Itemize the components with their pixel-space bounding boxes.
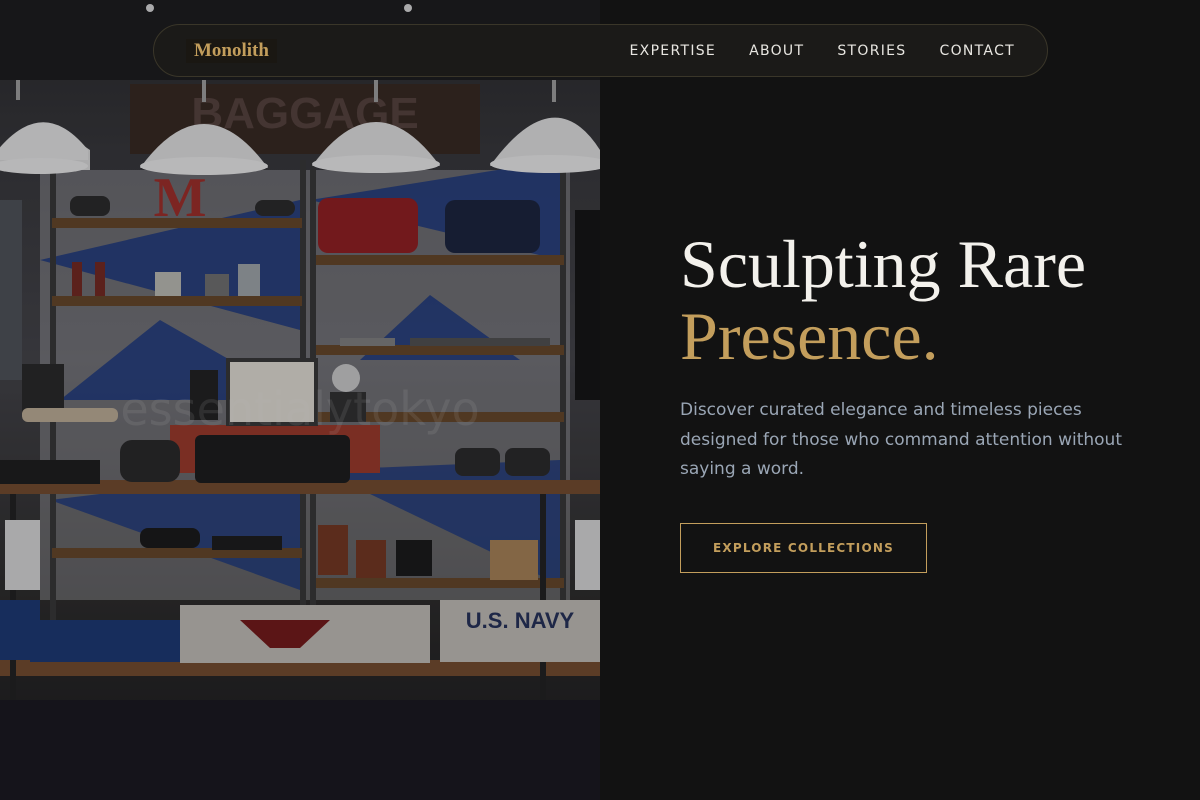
explore-collections-button[interactable]: EXPLORE COLLECTIONS xyxy=(680,523,927,573)
hero-title-line2: Presence. xyxy=(680,298,939,374)
hero-store-photo: BAGGAGE M U.S. NAVY essentialytokyo xyxy=(0,0,600,800)
nav-links: EXPERTISE ABOUT STORIES CONTACT xyxy=(630,43,1015,59)
nav-link-expertise[interactable]: EXPERTISE xyxy=(630,43,717,59)
brand-logo[interactable]: Monolith xyxy=(186,38,277,63)
hero-title-line1: Sculpting Rare xyxy=(680,226,1087,302)
store-interior-illustration: BAGGAGE M U.S. NAVY essentialytokyo xyxy=(0,0,600,800)
nav-link-stories[interactable]: STORIES xyxy=(837,43,906,59)
nav-link-contact[interactable]: CONTACT xyxy=(940,43,1016,59)
hero-title: Sculpting Rare Presence. xyxy=(680,228,1160,372)
top-navbar: Monolith EXPERTISE ABOUT STORIES CONTACT xyxy=(153,24,1048,77)
nav-link-about[interactable]: ABOUT xyxy=(749,43,804,59)
page: BAGGAGE M U.S. NAVY essentialytokyo Scul… xyxy=(0,0,1200,800)
hero-content-panel: Sculpting Rare Presence. Discover curate… xyxy=(600,0,1200,800)
hero-description: Discover curated elegance and timeless p… xyxy=(680,400,1122,479)
